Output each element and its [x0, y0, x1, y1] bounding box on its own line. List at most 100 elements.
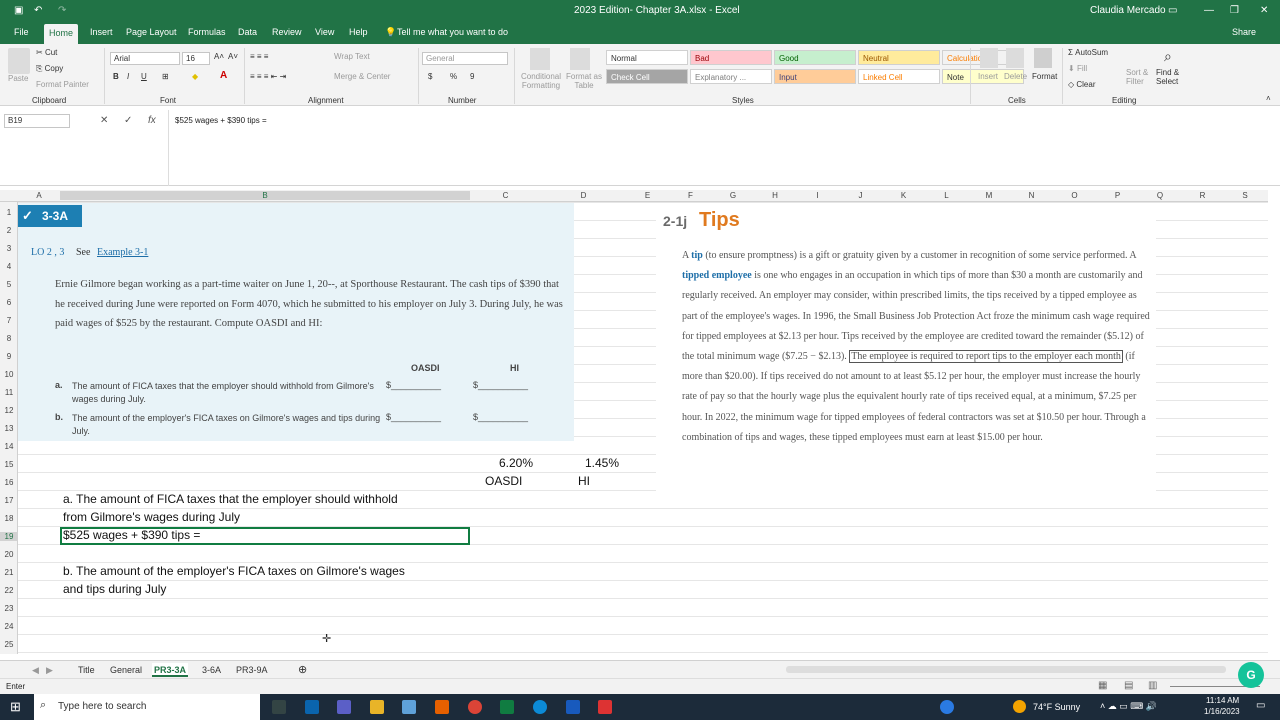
taskbar-search[interactable]: ⌕ Type here to search: [34, 694, 260, 720]
column-header-n[interactable]: N: [1010, 191, 1053, 200]
clear-button[interactable]: ◇ Clear: [1068, 80, 1096, 89]
conditional-formatting-button[interactable]: Conditional Formatting: [518, 72, 564, 90]
sort-filter-button[interactable]: Sort & Filter: [1126, 68, 1154, 86]
row-header-5[interactable]: 5: [0, 280, 18, 289]
paste-button[interactable]: Paste: [8, 74, 28, 83]
autosum-button[interactable]: Σ AutoSum: [1068, 48, 1108, 57]
delete-cells-button[interactable]: Delete: [1004, 72, 1027, 81]
weather-text[interactable]: 74°F Sunny: [1033, 702, 1080, 712]
problem-image[interactable]: ✓ 3-3A LO 2 , 3 See Example 3-1 Ernie Gi…: [18, 203, 574, 441]
column-header-f[interactable]: F: [669, 191, 712, 200]
cell-b19[interactable]: $525 wages + $390 tips =: [63, 528, 200, 542]
align-top-icon[interactable]: ≡ ≡ ≡: [250, 52, 268, 61]
save-icon[interactable]: ▣: [14, 5, 23, 16]
minimize-icon[interactable]: —: [1204, 5, 1214, 16]
row-header-16[interactable]: 16: [0, 478, 18, 487]
conditional-formatting-icon[interactable]: [530, 48, 550, 70]
row-header-1[interactable]: 1: [0, 208, 18, 217]
row-header-7[interactable]: 7: [0, 316, 18, 325]
row-header-10[interactable]: 10: [0, 370, 18, 379]
tab-help[interactable]: Help: [349, 27, 368, 37]
paste-icon[interactable]: [8, 48, 30, 74]
borders-icon[interactable]: ⊞: [162, 72, 169, 81]
row-header-14[interactable]: 14: [0, 442, 18, 451]
tab-file[interactable]: File: [14, 27, 29, 37]
format-painter-button[interactable]: Format Painter: [36, 80, 89, 89]
number-format-select[interactable]: General: [422, 52, 508, 65]
horizontal-scrollbar[interactable]: [786, 666, 1226, 673]
teams-icon[interactable]: [337, 700, 351, 714]
cell-d15[interactable]: 1.45%: [585, 456, 619, 470]
page-layout-view-icon[interactable]: ▤: [1124, 680, 1133, 691]
scroll-left-icon[interactable]: ◀: [30, 663, 41, 677]
cell-c15[interactable]: 6.20%: [499, 456, 533, 470]
tab-insert[interactable]: Insert: [90, 27, 113, 37]
delete-cells-icon[interactable]: [1006, 48, 1024, 68]
row-header-23[interactable]: 23: [0, 604, 18, 613]
cell-style-normal[interactable]: Normal: [606, 50, 688, 65]
tell-me-search[interactable]: Tell me what you want to do: [397, 27, 508, 37]
format-as-table-icon[interactable]: [570, 48, 590, 70]
file-explorer-icon[interactable]: [370, 700, 384, 714]
cell-style-good[interactable]: Good: [774, 50, 856, 65]
column-header-k[interactable]: K: [882, 191, 925, 200]
maximize-icon[interactable]: ❐: [1230, 5, 1239, 16]
tab-view[interactable]: View: [315, 27, 334, 37]
ribbon-display-icon[interactable]: ▭: [1168, 5, 1177, 16]
cell-style-neutral[interactable]: Neutral: [858, 50, 940, 65]
format-cells-button[interactable]: Format: [1032, 72, 1057, 81]
grammarly-icon[interactable]: G: [1238, 662, 1264, 688]
calculator-icon[interactable]: [402, 700, 416, 714]
column-header-a[interactable]: A: [18, 191, 60, 200]
share-button[interactable]: Share: [1232, 27, 1256, 37]
cut-button[interactable]: ✂ Cut: [36, 48, 57, 57]
cell-style-linked-cell[interactable]: Linked Cell: [858, 69, 940, 84]
row-header-9[interactable]: 9: [0, 352, 18, 361]
cell-c16[interactable]: OASDI: [485, 474, 522, 488]
column-header-r[interactable]: R: [1181, 191, 1224, 200]
row-header-21[interactable]: 21: [0, 568, 18, 577]
fill-button[interactable]: ⬇ Fill: [1068, 64, 1087, 73]
cell-b17[interactable]: a. The amount of FICA taxes that the emp…: [63, 492, 398, 506]
row-header-11[interactable]: 11: [0, 388, 18, 397]
column-header-b[interactable]: B: [60, 191, 470, 200]
wrap-text-button[interactable]: Wrap Text: [334, 52, 370, 61]
column-header-c[interactable]: C: [470, 191, 541, 200]
excel-icon[interactable]: [500, 700, 514, 714]
format-cells-icon[interactable]: [1034, 48, 1052, 68]
align-left-icon[interactable]: ≡ ≡ ≡ ⇤ ⇥: [250, 72, 286, 81]
tips-image[interactable]: 2-1j Tips A tip (to ensure promptness) i…: [656, 203, 1156, 493]
cell-style-check-cell[interactable]: Check Cell: [606, 69, 688, 84]
fill-color-icon[interactable]: ◆: [192, 72, 198, 81]
cancel-icon[interactable]: ✕: [100, 115, 108, 126]
scroll-right-icon[interactable]: ▶: [44, 663, 55, 677]
column-header-i[interactable]: I: [796, 191, 839, 200]
collapse-ribbon-icon[interactable]: ˄: [1266, 94, 1271, 103]
tab-page-layout[interactable]: Page Layout: [126, 27, 177, 37]
percent-button[interactable]: %: [450, 72, 457, 81]
example-link[interactable]: Example 3-1: [97, 247, 148, 258]
sheet-tab-3-6a[interactable]: 3-6A: [200, 663, 223, 677]
column-header-m[interactable]: M: [968, 191, 1010, 200]
insert-cells-icon[interactable]: [980, 48, 998, 68]
word-icon[interactable]: [566, 700, 580, 714]
sheet-tab-pr3-3a[interactable]: PR3-3A: [152, 663, 189, 677]
row-header-18[interactable]: 18: [0, 514, 18, 523]
clock-time[interactable]: 11:14 AM: [1206, 696, 1239, 705]
column-header-o[interactable]: O: [1053, 191, 1096, 200]
formula-input[interactable]: $525 wages + $390 tips =: [168, 110, 1268, 186]
system-tray-icons[interactable]: ˄ ☁ ▭ ⌨ 🔊: [1100, 701, 1157, 712]
row-header-15[interactable]: 15: [0, 460, 18, 469]
font-size-select[interactable]: 16: [182, 52, 210, 65]
row-header-4[interactable]: 4: [0, 262, 18, 271]
task-view-icon[interactable]: [272, 700, 286, 714]
sheet-tab-general[interactable]: General: [108, 663, 144, 677]
sheet-tab-pr3-9a[interactable]: PR3-9A: [234, 663, 270, 677]
chrome-icon[interactable]: [468, 700, 482, 714]
insert-function-icon[interactable]: fx: [148, 115, 156, 126]
cell-style-input[interactable]: Input: [774, 69, 856, 84]
row-header-19[interactable]: 19: [0, 532, 18, 541]
column-header-p[interactable]: P: [1096, 191, 1139, 200]
cell-b18[interactable]: from Gilmore's wages during July: [63, 510, 240, 524]
close-icon[interactable]: ✕: [1260, 5, 1268, 16]
